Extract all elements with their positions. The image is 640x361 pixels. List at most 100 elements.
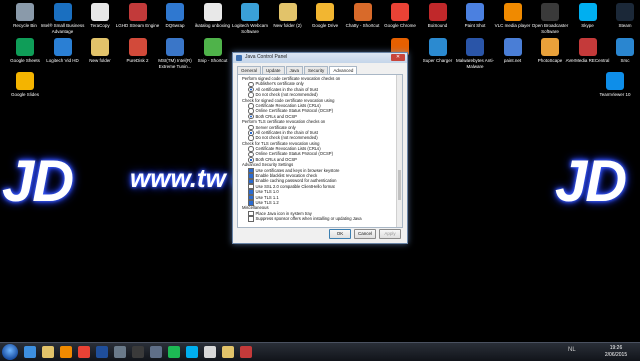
shortcut-icon bbox=[166, 38, 184, 56]
spotify-icon[interactable] bbox=[168, 346, 180, 358]
shortcut-icon bbox=[428, 38, 447, 56]
title-bar[interactable]: Java Control Panel ✕ bbox=[233, 53, 407, 63]
clock-time: 19:26 bbox=[609, 345, 623, 351]
setting-label: Server certificate only bbox=[255, 124, 296, 130]
java-icon[interactable] bbox=[204, 346, 216, 358]
apply-button[interactable]: Apply bbox=[379, 229, 401, 239]
setting-label: All certificates in the chain of trust bbox=[255, 129, 318, 135]
shortcut-icon bbox=[16, 3, 34, 21]
shortcut-icon bbox=[241, 3, 259, 21]
setting-label: Use certificates and keys in browser key… bbox=[255, 167, 340, 173]
shortcut-icon bbox=[91, 3, 109, 21]
shortcut-icon bbox=[53, 3, 72, 21]
chrome-icon[interactable] bbox=[78, 346, 90, 358]
ie-icon[interactable] bbox=[24, 346, 36, 358]
scrollbar[interactable] bbox=[396, 75, 402, 227]
shortcut-icon bbox=[541, 3, 559, 21]
photoshop-icon[interactable] bbox=[96, 346, 108, 358]
tab-update[interactable]: Update bbox=[262, 66, 285, 74]
shortcut-icon bbox=[503, 38, 522, 56]
setting-label: Enable caching password for authenticati… bbox=[255, 178, 337, 184]
shortcut-icon bbox=[541, 38, 559, 56]
setting-label: Advanced Security Settings bbox=[242, 162, 294, 168]
media-player-icon[interactable] bbox=[60, 346, 72, 358]
checkbox-option[interactable]: Suppress sponsor offers when installing … bbox=[240, 216, 395, 222]
folder-icon[interactable] bbox=[222, 346, 234, 358]
language-indicator[interactable]: NL bbox=[568, 347, 576, 353]
skype-icon[interactable] bbox=[186, 346, 198, 358]
shortcut-icon bbox=[316, 3, 334, 21]
advanced-settings-panel: Perform signed code certificate revocati… bbox=[237, 74, 403, 228]
setting-label: All certificates in the chain of trust bbox=[255, 86, 318, 92]
app2-icon[interactable] bbox=[240, 346, 252, 358]
shortcut-icon bbox=[353, 3, 372, 21]
tab-advanced[interactable]: Advanced bbox=[329, 66, 358, 74]
desktop-icon[interactable]: Steam bbox=[602, 3, 640, 29]
setting-label: Miscellaneous bbox=[242, 205, 269, 211]
close-button[interactable]: ✕ bbox=[391, 54, 405, 61]
tab-security[interactable]: Security bbox=[304, 66, 329, 74]
setting-label: Both CRLs and OCSP bbox=[255, 113, 297, 119]
ok-button[interactable]: OK bbox=[329, 229, 351, 239]
checkbox[interactable] bbox=[248, 216, 254, 222]
setting-label: Both CRLs and OCSP bbox=[255, 156, 297, 162]
scrollbar-thumb[interactable] bbox=[398, 170, 401, 200]
desktop-icon-label: Srsc bbox=[620, 58, 630, 63]
dialog-buttons: OK Cancel Apply bbox=[326, 229, 401, 239]
shortcut-icon bbox=[578, 3, 597, 21]
shortcut-icon bbox=[166, 3, 184, 21]
tab-general[interactable]: General bbox=[237, 66, 262, 74]
setting-label: Check for signed code certificate revoca… bbox=[242, 97, 335, 103]
setting-label: Place Java icon in system tray bbox=[255, 210, 312, 216]
system-clock[interactable]: 19:26 2/06/2015 bbox=[596, 345, 636, 359]
setting-label: Certificate Revocation Lists (CRLs) bbox=[255, 102, 321, 108]
tab-java[interactable]: Java bbox=[285, 66, 304, 74]
shortcut-icon bbox=[616, 38, 634, 56]
shortcut-icon bbox=[203, 3, 222, 21]
setting-label: Do not check (not recommended) bbox=[255, 135, 318, 141]
shortcut-icon bbox=[128, 38, 147, 56]
window-title: Java Control Panel bbox=[245, 54, 288, 60]
start-button[interactable] bbox=[2, 344, 18, 360]
cancel-button[interactable]: Cancel bbox=[354, 229, 376, 239]
setting-label: Use TLS 1.1 bbox=[255, 194, 279, 200]
setting-label: Online Certificate Status Protocol (OCSP… bbox=[255, 108, 334, 114]
shortcut-icon bbox=[203, 38, 222, 56]
setting-label: Online Certificate Status Protocol (OCSP… bbox=[255, 151, 334, 157]
shortcut-icon bbox=[278, 3, 297, 21]
desktop-icon[interactable]: Google Slides bbox=[2, 72, 48, 98]
java-icon bbox=[236, 55, 242, 61]
setting-label: Use TLS 1.0 bbox=[255, 189, 279, 195]
steam-icon[interactable] bbox=[114, 346, 126, 358]
desktop-icon-label: Steam bbox=[618, 23, 632, 28]
clock-date: 2/06/2015 bbox=[604, 352, 628, 358]
taskbar: NL 19:26 2/06/2015 bbox=[0, 342, 640, 361]
explorer-icon[interactable] bbox=[42, 346, 54, 358]
shortcut-icon bbox=[16, 38, 34, 56]
obs-icon[interactable] bbox=[132, 346, 144, 358]
desktop-icon-label: Snip - Shortcut bbox=[197, 58, 228, 63]
java-control-panel-window: Java Control Panel ✕ General Update Java Se… bbox=[232, 52, 408, 244]
desktop-icon-label: Google Slides bbox=[10, 92, 40, 97]
setting-label: Use SSL 2.0 compatible ClientHello forma… bbox=[255, 183, 335, 189]
app-icon[interactable] bbox=[150, 346, 162, 358]
desktop-icon-label: TeamViewer 10 bbox=[599, 92, 631, 97]
setting-label: Publisher's certificate only bbox=[255, 81, 304, 87]
desktop-icon[interactable]: Snip - Shortcut bbox=[190, 38, 236, 64]
shortcut-icon bbox=[466, 3, 484, 21]
setting-label: Perform TLS certificate revocation check… bbox=[242, 119, 326, 125]
settings-tree: Perform signed code certificate revocati… bbox=[240, 76, 395, 222]
shortcut-icon bbox=[128, 3, 147, 21]
setting-label: Check for TLS certificate revocation usi… bbox=[242, 140, 320, 146]
shortcut-icon bbox=[616, 3, 634, 21]
tab-strip: General Update Java Security Advanced bbox=[237, 66, 358, 74]
desktop-icon[interactable]: Srsc bbox=[602, 38, 640, 64]
shortcut-icon bbox=[91, 38, 109, 56]
shortcut-icon bbox=[391, 3, 409, 21]
shortcut-icon bbox=[16, 72, 34, 90]
setting-label: Do not check (not recommended) bbox=[255, 92, 318, 98]
wallpaper-logo-left: JD bbox=[2, 149, 74, 214]
shortcut-icon bbox=[578, 38, 597, 56]
setting-label: Perform signed code certificate revocati… bbox=[242, 76, 341, 81]
desktop-icon[interactable]: TeamViewer 10 bbox=[592, 72, 638, 98]
